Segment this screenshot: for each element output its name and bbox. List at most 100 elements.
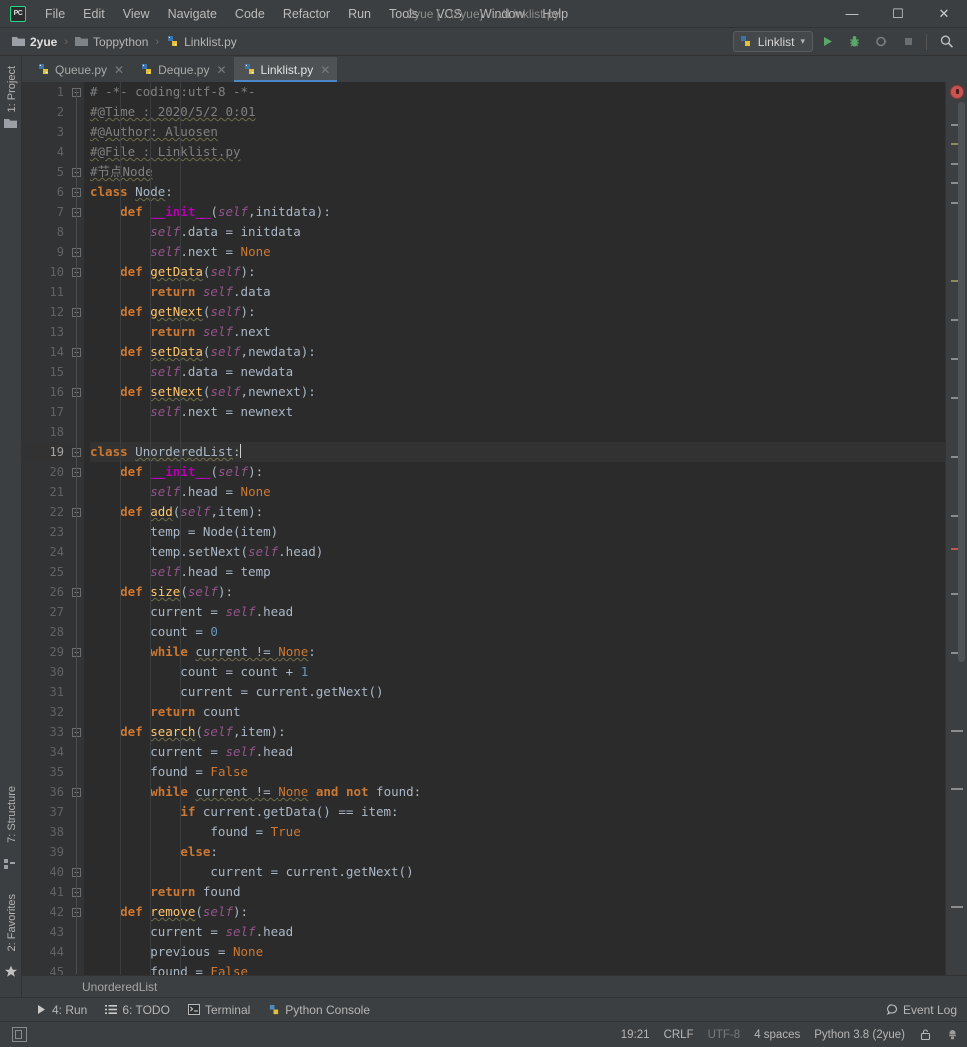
editor-breadcrumb[interactable]: UnorderedList: [22, 975, 967, 997]
menu-item-refactor[interactable]: Refactor: [274, 4, 339, 24]
tool-window-todo[interactable]: 6: TODO: [99, 1001, 182, 1019]
breadcrumb-item-folder[interactable]: Toppython: [71, 33, 152, 51]
editor-gutter[interactable]: 1−2345−6−7−89−10−1112−1314−1516−171819−2…: [22, 82, 84, 975]
code-line[interactable]: return count: [90, 702, 945, 722]
tool-window-python-console[interactable]: Python Console: [262, 1001, 382, 1019]
code-line[interactable]: def setNext(self,newnext):: [90, 382, 945, 402]
code-line[interactable]: def add(self,item):: [90, 502, 945, 522]
code-line[interactable]: def getNext(self):: [90, 302, 945, 322]
code-line[interactable]: count = 0: [90, 622, 945, 642]
error-badge-icon[interactable]: [950, 85, 964, 99]
menu-item-tools[interactable]: Tools: [380, 4, 427, 24]
tool-window-run[interactable]: 4: Run: [30, 1001, 99, 1019]
code-line[interactable]: #@Time : 2020/5/2 0:01: [90, 102, 945, 122]
code-line[interactable]: self.next = None: [90, 242, 945, 262]
stripe-warning-mark[interactable]: [951, 788, 963, 791]
editor-tab-deque-py[interactable]: Deque.py ✕: [131, 57, 233, 82]
python-interpreter[interactable]: Python 3.8 (2yue): [814, 1029, 905, 1041]
code-line[interactable]: #@File : Linklist.py: [90, 142, 945, 162]
code-line[interactable]: def remove(self):: [90, 902, 945, 922]
caret-position[interactable]: 19:21: [621, 1029, 650, 1041]
code-line[interactable]: [90, 422, 945, 442]
code-line[interactable]: temp = Node(item): [90, 522, 945, 542]
menu-item-edit[interactable]: Edit: [74, 4, 114, 24]
file-encoding[interactable]: UTF-8: [708, 1029, 741, 1041]
code-line[interactable]: current = current.getNext(): [90, 682, 945, 702]
search-everywhere-button[interactable]: [934, 31, 959, 53]
code-line[interactable]: found = False: [90, 962, 945, 975]
code-line[interactable]: def __init__(self):: [90, 462, 945, 482]
run-coverage-button[interactable]: [869, 31, 894, 53]
code-line[interactable]: while current != None:: [90, 642, 945, 662]
code-line[interactable]: temp.setNext(self.head): [90, 542, 945, 562]
stripe-warning-mark[interactable]: [951, 729, 963, 732]
editor-tab-queue-py[interactable]: Queue.py ✕: [28, 57, 131, 82]
run-configuration-selector[interactable]: Linklist ▾: [732, 31, 813, 52]
close-icon[interactable]: ✕: [114, 63, 124, 77]
sidebar-item-structure[interactable]: 7: Structure: [3, 782, 21, 847]
indent-setting[interactable]: 4 spaces: [754, 1029, 800, 1041]
toggle-tool-windows-icon[interactable]: [12, 1027, 27, 1042]
close-icon[interactable]: ✕: [320, 63, 330, 77]
code-line[interactable]: class UnorderedList:: [90, 442, 945, 462]
stop-button[interactable]: [896, 31, 921, 53]
code-line[interactable]: found = True: [90, 822, 945, 842]
menu-item-view[interactable]: View: [114, 4, 159, 24]
editor-scrollbar-thumb[interactable]: [958, 102, 965, 662]
minimize-button[interactable]: —: [829, 0, 875, 27]
breadcrumb-item-project[interactable]: 2yue: [8, 33, 61, 51]
code-line[interactable]: previous = None: [90, 942, 945, 962]
code-line[interactable]: def search(self,item):: [90, 722, 945, 742]
run-button[interactable]: [815, 31, 840, 53]
menu-item-window[interactable]: Window: [471, 4, 533, 24]
stripe-warning-mark[interactable]: [951, 905, 963, 908]
line-separator[interactable]: CRLF: [664, 1029, 694, 1041]
event-log-button[interactable]: Event Log: [886, 1003, 957, 1017]
maximize-button[interactable]: ☐: [875, 0, 921, 27]
close-icon[interactable]: ✕: [216, 63, 226, 77]
code-line[interactable]: def getData(self):: [90, 262, 945, 282]
code-line[interactable]: return found: [90, 882, 945, 902]
line-number: 24: [49, 545, 64, 559]
code-line[interactable]: #节点Node: [90, 162, 945, 182]
code-line[interactable]: count = count + 1: [90, 662, 945, 682]
sidebar-item-favorites[interactable]: 2: Favorites: [3, 890, 21, 955]
marker-stripe[interactable]: [945, 82, 967, 975]
code-line[interactable]: else:: [90, 842, 945, 862]
code-line[interactable]: current = self.head: [90, 602, 945, 622]
code-line[interactable]: return self.next: [90, 322, 945, 342]
menu-item-run[interactable]: Run: [339, 4, 380, 24]
code-line[interactable]: # -*- coding:utf-8 -*-: [90, 82, 945, 102]
menu-item-code[interactable]: Code: [226, 4, 274, 24]
code-line[interactable]: current = self.head: [90, 922, 945, 942]
code-line[interactable]: self.data = newdata: [90, 362, 945, 382]
menu-item-file[interactable]: File: [36, 4, 74, 24]
code-line[interactable]: self.data = initdata: [90, 222, 945, 242]
menu-item-vcs[interactable]: VCS: [427, 4, 471, 24]
menu-item-help[interactable]: Help: [533, 4, 577, 24]
breadcrumb-item-file[interactable]: Linklist.py: [162, 33, 241, 51]
code-line[interactable]: def size(self):: [90, 582, 945, 602]
code-line[interactable]: self.head = None: [90, 482, 945, 502]
editor-tab-linklist-py[interactable]: Linklist.py ✕: [233, 57, 338, 82]
close-button[interactable]: ✕: [921, 0, 967, 27]
menu-item-navigate[interactable]: Navigate: [159, 4, 226, 24]
inspection-hector-icon[interactable]: [946, 1028, 959, 1041]
debug-button[interactable]: [842, 31, 867, 53]
code-line[interactable]: def __init__(self,initdata):: [90, 202, 945, 222]
code-line[interactable]: found = False: [90, 762, 945, 782]
sidebar-item-project[interactable]: 1: Project: [3, 62, 21, 116]
code-line[interactable]: self.next = newnext: [90, 402, 945, 422]
tool-window-terminal[interactable]: Terminal: [182, 1001, 262, 1019]
lock-icon[interactable]: [919, 1028, 932, 1041]
code-line[interactable]: while current != None and not found:: [90, 782, 945, 802]
code-line[interactable]: self.head = temp: [90, 562, 945, 582]
code-editor[interactable]: # -*- coding:utf-8 -*-#@Time : 2020/5/2 …: [84, 82, 945, 975]
code-line[interactable]: def setData(self,newdata):: [90, 342, 945, 362]
code-line[interactable]: if current.getData() == item:: [90, 802, 945, 822]
code-line[interactable]: current = self.head: [90, 742, 945, 762]
code-line[interactable]: current = current.getNext(): [90, 862, 945, 882]
code-line[interactable]: #@Author: Aluosen: [90, 122, 945, 142]
code-line[interactable]: class Node:: [90, 182, 945, 202]
code-line[interactable]: return self.data: [90, 282, 945, 302]
